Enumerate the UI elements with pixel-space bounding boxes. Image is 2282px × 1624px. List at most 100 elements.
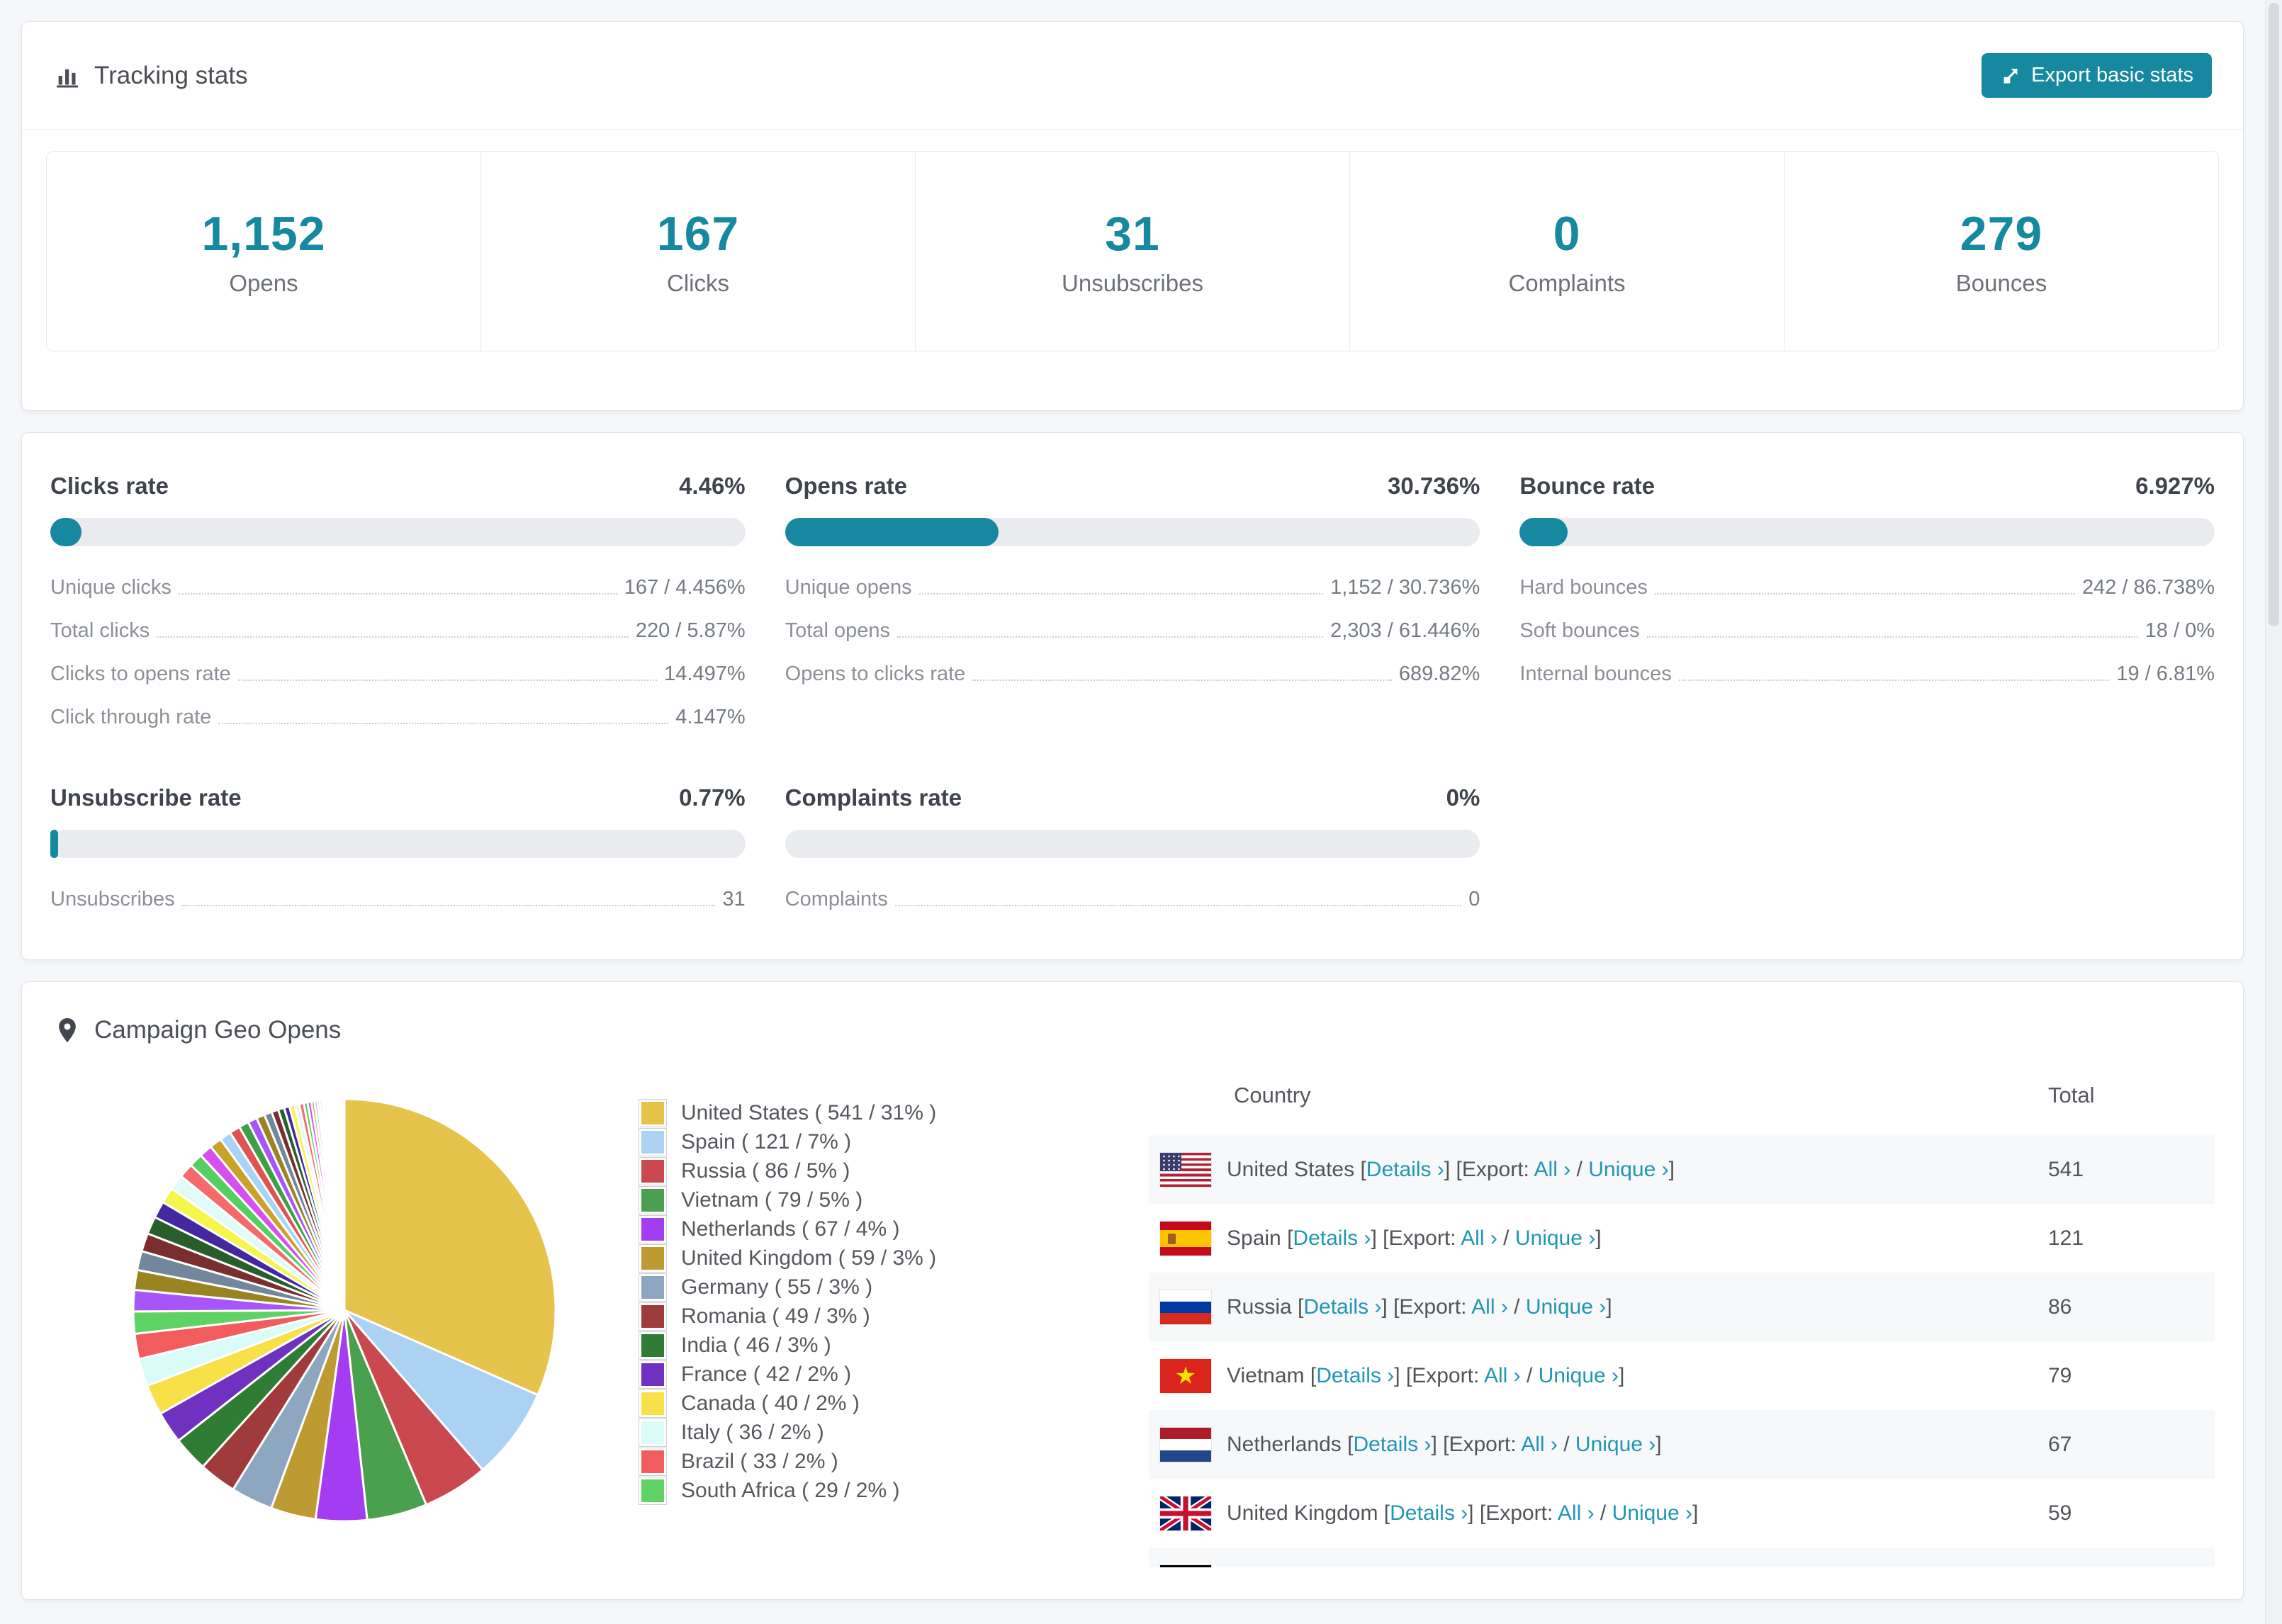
legend-swatch: [639, 1127, 667, 1156]
table-row-united-states: United States [Details ›] [Export: All ›…: [1149, 1135, 2215, 1204]
export-all-link[interactable]: All ›: [1558, 1501, 1595, 1525]
rate-row-label: Internal bounces: [1519, 662, 1672, 685]
rate-row-click-through-rate: Click through rate 4.147%: [50, 706, 746, 729]
legend-item-brazil[interactable]: Brazil ( 33 / 2% ): [639, 1447, 1106, 1476]
rates-grid: Clicks rate 4.46% Unique clicks 167 / 4.456…: [50, 473, 2215, 911]
legend-item-united-kingdom[interactable]: United Kingdom ( 59 / 3% ): [639, 1244, 1106, 1273]
progress-fill: [50, 830, 58, 858]
legend-label: Russia ( 86 / 5% ): [681, 1159, 850, 1183]
export-unique-link[interactable]: Unique ›: [1588, 1158, 1668, 1181]
us-canton: [1160, 1152, 1181, 1171]
details-link[interactable]: Details ›: [1316, 1364, 1394, 1387]
progress-fill: [50, 518, 82, 546]
map-pin-icon: [59, 1018, 76, 1042]
rate-head: Clicks rate 4.46%: [50, 473, 746, 500]
rate-row-label: Click through rate: [50, 706, 212, 728]
legend-label: Vietnam ( 79 / 5% ): [681, 1188, 863, 1212]
legend-item-spain[interactable]: Spain ( 121 / 7% ): [639, 1127, 1106, 1156]
rate-value: 4.46%: [679, 473, 746, 499]
dotted-leader: [1678, 680, 2110, 681]
dotted-leader: [237, 680, 658, 681]
geo-pie-chart[interactable]: [128, 1094, 561, 1526]
export-unique-link[interactable]: Unique ›: [1515, 1227, 1595, 1250]
details-link[interactable]: Details ›: [1293, 1227, 1371, 1250]
legend-swatch: [639, 1302, 667, 1331]
country-name: Russia: [1227, 1295, 1292, 1319]
legend-swatch-color: [641, 1101, 664, 1124]
legend-swatch-color: [641, 1159, 664, 1183]
rate-section-clicks-rate: Clicks rate 4.46% Unique clicks 167 / 4.456…: [50, 473, 746, 729]
geo-legend: United States ( 541 / 31% ) Spain ( 121 /…: [639, 1098, 1106, 1505]
progress-fill: [785, 518, 999, 546]
legend-swatch: [639, 1098, 667, 1127]
export-unique-link[interactable]: Unique ›: [1612, 1501, 1692, 1525]
table-cell-country: Russia [Details ›] [Export: All › / Uniq…: [1227, 1295, 1612, 1319]
export-all-link[interactable]: All ›: [1534, 1158, 1571, 1181]
flag-gb-icon: [1160, 1496, 1211, 1530]
legend-swatch-color: [641, 1217, 664, 1241]
gb-flag-svg: [1160, 1496, 1211, 1530]
country-name: United States: [1227, 1157, 1355, 1181]
legend-item-united-states[interactable]: United States ( 541 / 31% ): [639, 1098, 1106, 1127]
table-row-russia: Russia [Details ›] [Export: All › / Uniq…: [1149, 1273, 2215, 1341]
details-link[interactable]: Details ›: [1353, 1433, 1431, 1456]
legend-label: Spain ( 121 / 7% ): [681, 1130, 852, 1154]
table-cell-country: United States [Details ›] [Export: All ›…: [1227, 1157, 1675, 1181]
rate-row-label: Complaints: [785, 888, 888, 910]
dotted-leader: [218, 723, 669, 724]
legend-item-netherlands[interactable]: Netherlands ( 67 / 4% ): [639, 1214, 1106, 1244]
legend-swatch: [639, 1156, 667, 1185]
legend-label: France ( 42 / 2% ): [681, 1363, 852, 1386]
legend-label: Romania ( 49 / 3% ): [681, 1304, 870, 1328]
stat-value: 0: [1553, 206, 1581, 261]
rate-section-bounce-rate: Bounce rate 6.927% Hard bounces 242 / 86.73…: [1519, 473, 2215, 729]
legend-item-russia[interactable]: Russia ( 86 / 5% ): [639, 1156, 1106, 1185]
legend-item-italy[interactable]: Italy ( 36 / 2% ): [639, 1418, 1106, 1447]
progress-track: [1519, 518, 2215, 546]
export-unique-link[interactable]: Unique ›: [1526, 1295, 1606, 1319]
stat-cell-unsubscribes: 31 Unsubscribes: [916, 152, 1350, 351]
rate-title: Complaints rate: [785, 784, 962, 811]
rate-row-value: 1,152 / 30.736%: [1330, 576, 1480, 599]
details-link[interactable]: Details ›: [1390, 1501, 1468, 1525]
page-scrollbar-thumb[interactable]: [2269, 3, 2279, 626]
export-unique-link[interactable]: Unique ›: [1539, 1364, 1619, 1387]
export-all-link[interactable]: All ›: [1521, 1433, 1558, 1456]
flag-us-icon: [1160, 1152, 1211, 1187]
table-row-united-kingdom: United Kingdom [Details ›] [Export: All …: [1149, 1479, 2215, 1547]
flag-vn-icon: ★: [1160, 1358, 1211, 1393]
legend-item-romania[interactable]: Romania ( 49 / 3% ): [639, 1302, 1106, 1331]
export-unique-link[interactable]: Unique ›: [1575, 1433, 1656, 1456]
rate-row-unique-clicks: Unique clicks 167 / 4.456%: [50, 576, 746, 599]
rate-row-value: 242 / 86.738%: [2081, 576, 2215, 599]
details-link[interactable]: Details ›: [1366, 1158, 1444, 1181]
stat-label: Unsubscribes: [1062, 269, 1203, 296]
export-all-link[interactable]: All ›: [1484, 1364, 1521, 1387]
page-scrollbar[interactable]: [2265, 0, 2282, 1624]
flag-ru-icon: [1160, 1290, 1211, 1324]
legend-item-vietnam[interactable]: Vietnam ( 79 / 5% ): [639, 1185, 1106, 1214]
export-basic-stats-button[interactable]: Export basic stats: [1982, 53, 2212, 98]
details-link[interactable]: Details ›: [1303, 1295, 1381, 1319]
rate-rows: Unique clicks 167 / 4.456% Total clicks 220…: [50, 576, 746, 729]
legend-item-france[interactable]: France ( 42 / 2% ): [639, 1360, 1106, 1389]
stat-label: Clicks: [667, 269, 729, 296]
table-row-netherlands: Netherlands [Details ›] [Export: All › /…: [1149, 1410, 2215, 1479]
rate-rows: Complaints 0: [785, 888, 1480, 911]
rate-row-label: Unsubscribes: [50, 888, 175, 910]
legend-item-germany[interactable]: Germany ( 55 / 3% ): [639, 1273, 1106, 1302]
flag-es-icon: [1160, 1221, 1211, 1256]
bar-chart-icon: [57, 69, 78, 87]
legend-item-india[interactable]: India ( 46 / 3% ): [639, 1331, 1106, 1360]
export-all-link[interactable]: All ›: [1461, 1227, 1497, 1250]
rate-section-unsubscribe-rate: Unsubscribe rate 0.77% Unsubscribes 31: [50, 784, 746, 911]
export-all-link[interactable]: All ›: [1471, 1295, 1508, 1319]
rate-row-value: 220 / 5.87%: [635, 619, 746, 642]
legend-swatch: [639, 1389, 667, 1418]
legend-swatch: [639, 1360, 667, 1389]
legend-item-canada[interactable]: Canada ( 40 / 2% ): [639, 1389, 1106, 1418]
stat-label: Opens: [229, 269, 298, 296]
legend-item-south-africa[interactable]: South Africa ( 29 / 2% ): [639, 1476, 1106, 1505]
legend-label: Germany ( 55 / 3% ): [681, 1275, 873, 1299]
legend-label: United Kingdom ( 59 / 3% ): [681, 1246, 937, 1270]
